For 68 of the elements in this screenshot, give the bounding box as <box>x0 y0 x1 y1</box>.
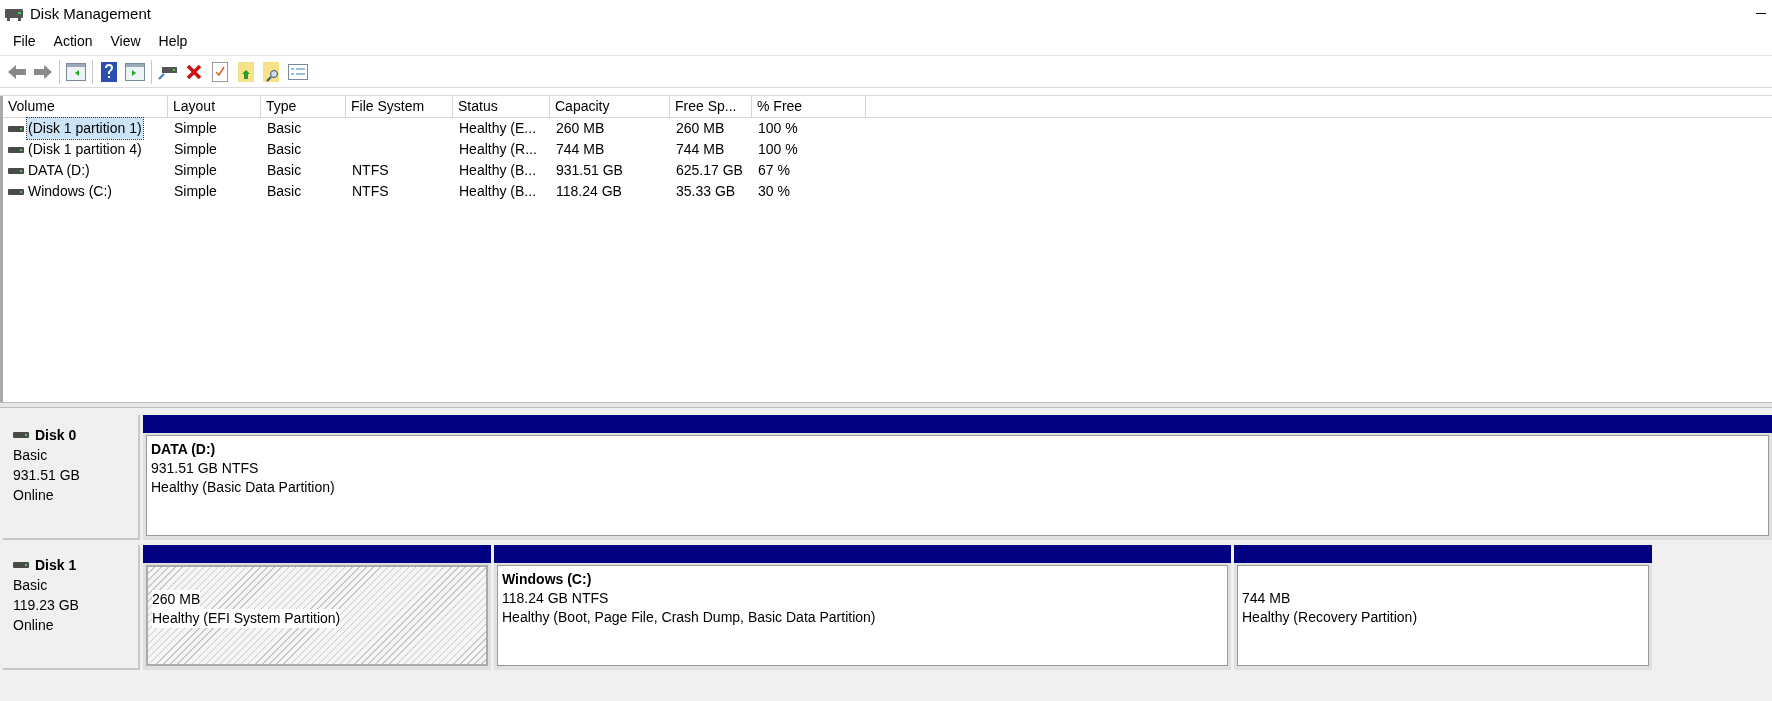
partition-size: 260 MB <box>152 590 201 609</box>
partition-block[interactable]: Windows (C:) 118.24 GB NTFS Healthy (Boot, Page File, Crash Dump, Basic Data Partition) <box>494 545 1231 670</box>
window-title: Disk Management <box>30 3 151 24</box>
column-header[interactable]: File System <box>346 96 453 117</box>
column-header[interactable]: Free Sp... <box>670 96 752 117</box>
table-cell[interactable]: (Disk 1 partition 1) <box>27 118 143 139</box>
table-cell-text: 67 % <box>757 161 791 180</box>
table-cell-text: Basic <box>266 182 303 201</box>
table-cell[interactable]: DATA (D:) <box>27 160 91 181</box>
menu-item[interactable]: File <box>4 28 45 55</box>
table-cell-text: 100 % <box>757 119 799 138</box>
table-cell[interactable]: Windows (C:) <box>27 181 113 202</box>
disk-name: Disk 1 <box>35 556 77 575</box>
table-cell-text: 260 MB <box>675 119 726 138</box>
table-cell-text: 260 MB <box>555 119 606 138</box>
partition-size: 931.51 GB NTFS <box>151 459 259 478</box>
table-cell-text: Simple <box>173 161 218 180</box>
table-cell-text: 744 MB <box>675 140 726 159</box>
menu-item[interactable]: View <box>101 28 150 55</box>
disk-type: Basic <box>13 576 49 595</box>
column-header[interactable]: Status <box>453 96 550 117</box>
table-cell-text: Healthy (E... <box>458 119 538 138</box>
partition-status: Healthy (Recovery Partition) <box>1242 608 1418 627</box>
table-cell-text: Simple <box>173 182 218 201</box>
menu-item[interactable]: Help <box>149 28 197 55</box>
table-cell-text: 118.24 GB <box>555 182 623 201</box>
partition-status: Healthy (Basic Data Partition) <box>151 478 335 497</box>
partition-block[interactable]: DATA (D:) 931.51 GB NTFS Healthy (Basic Data Partition) <box>143 415 1772 540</box>
table-cell-text: NTFS <box>351 182 390 201</box>
column-header[interactable]: Capacity <box>550 96 670 117</box>
table-cell-text: 625.17 GB <box>675 161 744 180</box>
table-cell-text: Basic <box>266 140 303 159</box>
table-cell-text: Basic <box>266 161 303 180</box>
table-cell-text: NTFS <box>351 161 390 180</box>
table-cell[interactable]: (Disk 1 partition 4) <box>27 139 143 160</box>
partition-block[interactable]: 744 MB Healthy (Recovery Partition) <box>1234 545 1652 670</box>
table-cell-text: Healthy (B... <box>458 161 538 180</box>
table-cell-text: Healthy (R... <box>458 140 538 159</box>
partition-block[interactable]: 260 MB Healthy (EFI System Partition) <box>143 545 491 670</box>
partition-status: Healthy (EFI System Partition) <box>152 609 341 628</box>
partition-title: Windows (C:) <box>502 570 593 589</box>
disk-status: Online <box>13 486 55 505</box>
disk-name: Disk 0 <box>35 426 77 445</box>
table-cell-text: Healthy (B... <box>458 182 538 201</box>
partition-status: Healthy (Boot, Page File, Crash Dump, Basic Data Partition) <box>502 608 876 627</box>
disk-info-panel[interactable]: Disk 0 Basic 931.51 GB Online <box>3 415 140 540</box>
column-header[interactable]: % Free <box>752 96 866 117</box>
table-cell-text: 744 MB <box>555 140 606 159</box>
disk-size: 119.23 GB <box>13 596 80 615</box>
table-cell-text: 100 % <box>757 140 799 159</box>
table-cell-text: Basic <box>266 119 303 138</box>
disk-size: 931.51 GB <box>13 466 81 485</box>
disk-type: Basic <box>13 446 49 465</box>
column-header[interactable]: Type <box>261 96 346 117</box>
table-cell-text: 30 % <box>757 182 791 201</box>
disk-status: Online <box>13 616 55 635</box>
partition-size: 118.24 GB NTFS <box>502 589 609 608</box>
table-cell-text: Simple <box>173 140 218 159</box>
table-cell-text: 931.51 GB <box>555 161 624 180</box>
table-cell-text: Simple <box>173 119 218 138</box>
column-header[interactable]: Layout <box>168 96 261 117</box>
disk-drive-icon <box>4 6 24 22</box>
partition-size: 744 MB <box>1242 589 1291 608</box>
partition-title: DATA (D:) <box>151 440 217 459</box>
table-cell-text: 35.33 GB <box>675 182 737 201</box>
menu-item[interactable]: Action <box>44 28 102 55</box>
disk-info-panel[interactable]: Disk 1 Basic 119.23 GB Online <box>3 545 140 670</box>
minimize-icon[interactable] <box>1756 13 1766 15</box>
